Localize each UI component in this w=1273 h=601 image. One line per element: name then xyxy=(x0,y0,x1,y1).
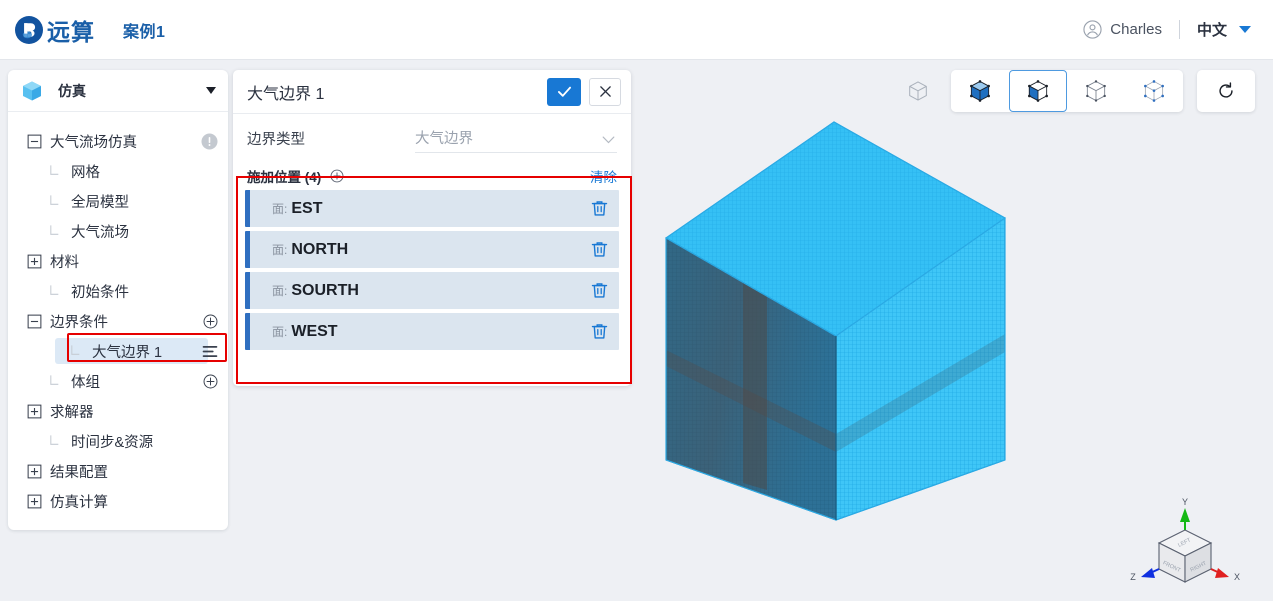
user-name[interactable]: Charles xyxy=(1110,21,1162,38)
location-name: SOURTH xyxy=(291,281,359,299)
tree-item-label: 大气边界 1 xyxy=(92,344,163,361)
location-prefix: 面: xyxy=(272,202,288,216)
tree-item-label: 边界条件 xyxy=(50,314,108,331)
tree-item-0[interactable]: 大气流场仿真 xyxy=(8,126,228,156)
tree-branch-line-icon xyxy=(47,433,64,450)
axis-gizmo[interactable]: LEFT FRONT RIGHT Y X Z xyxy=(1125,498,1245,593)
application-root: 远算 案例1 Charles 中文 仿真 大气流场仿真 网格 全局模型 大气流场… xyxy=(0,0,1273,601)
project-name: 案例1 xyxy=(123,23,166,41)
close-button[interactable] xyxy=(589,77,621,106)
tree-item-label: 大气流场 xyxy=(71,224,129,241)
trash-icon[interactable] xyxy=(590,322,609,341)
location-name: EST xyxy=(291,199,323,217)
tree-branch-line-icon xyxy=(47,193,64,210)
tree-item-label: 求解器 xyxy=(50,404,94,421)
tree-item-12[interactable]: 仿真计算 xyxy=(8,486,228,516)
boundary-property-panel: 大气边界 1 边界类型 大气边界 施加位置 (4) 清除 面: EST 面: N… xyxy=(233,70,631,386)
language-label[interactable]: 中文 xyxy=(1197,19,1227,40)
location-prefix: 面: xyxy=(272,284,288,298)
gizmo-x-label: X xyxy=(1234,572,1240,582)
plus-circle-icon[interactable] xyxy=(203,374,218,389)
tree-item-11[interactable]: 结果配置 xyxy=(8,456,228,486)
location-item[interactable]: 面: WEST xyxy=(245,313,619,350)
tree-item-7[interactable]: 大气边界 1 xyxy=(8,336,228,366)
gizmo-y-label: Y xyxy=(1182,498,1188,507)
panel-header: 大气边界 1 xyxy=(233,70,631,114)
tree-item-label: 全局模型 xyxy=(71,194,129,211)
logo-text: 远算 xyxy=(47,18,95,45)
trash-icon[interactable] xyxy=(590,281,609,300)
applied-locations-list: 面: EST 面: NORTH 面: SOURTH 面: WEST xyxy=(235,190,629,362)
simulation-tree: 大气流场仿真网格全局模型大气流场材料初始条件边界条件大气边界 1 体组求解器时间步… xyxy=(8,112,228,516)
plus-box-icon[interactable] xyxy=(26,493,43,510)
app-header: 远算 案例1 Charles 中文 xyxy=(0,0,1273,60)
panel-title: 大气边界 1 xyxy=(247,85,325,103)
tree-item-label: 材料 xyxy=(50,254,79,271)
location-name: NORTH xyxy=(291,240,349,258)
info-icon xyxy=(201,133,218,150)
sidebar-header-label: 仿真 xyxy=(58,82,86,99)
tree-branch-line-icon xyxy=(47,373,64,390)
location-name: WEST xyxy=(291,322,338,340)
tree-item-label: 网格 xyxy=(71,164,100,181)
tree-item-3[interactable]: 大气流场 xyxy=(8,216,228,246)
tree-item-label: 体组 xyxy=(71,374,100,391)
sidebar: 仿真 大气流场仿真网格全局模型大气流场材料初始条件边界条件大气边界 1 体组求解器… xyxy=(8,70,228,530)
tree-item-8[interactable]: 体组 xyxy=(8,366,228,396)
logo[interactable]: 远算 xyxy=(14,13,95,47)
chevron-down-icon[interactable] xyxy=(602,131,615,144)
minus-box-icon[interactable] xyxy=(26,313,43,330)
tree-branch-line-icon xyxy=(47,283,64,300)
tree-item-2[interactable]: 全局模型 xyxy=(8,186,228,216)
gizmo-z-label: Z xyxy=(1130,572,1136,582)
location-item[interactable]: 面: NORTH xyxy=(245,231,619,268)
tree-item-label: 初始条件 xyxy=(71,284,129,301)
tree-item-4[interactable]: 材料 xyxy=(8,246,228,276)
list-menu-icon[interactable] xyxy=(202,345,218,358)
applied-locations-header: 施加位置 (4) 清除 xyxy=(235,162,629,190)
tree-branch-line-icon xyxy=(68,343,85,360)
boundary-type-select[interactable]: 大气边界 xyxy=(415,123,617,153)
plus-box-icon[interactable] xyxy=(26,463,43,480)
yuansuan-logo-icon xyxy=(14,15,44,45)
caret-down-icon[interactable] xyxy=(1239,26,1251,33)
model-viewport[interactable]: LEFT FRONT RIGHT Y X Z xyxy=(640,60,1273,601)
location-item[interactable]: 面: EST xyxy=(245,190,619,227)
caret-down-icon[interactable] xyxy=(206,87,216,94)
boundary-type-value: 大气边界 xyxy=(415,131,473,147)
panel-actions xyxy=(547,77,621,106)
tree-item-label: 结果配置 xyxy=(50,464,108,481)
confirm-button[interactable] xyxy=(547,77,581,106)
tree-item-label: 仿真计算 xyxy=(50,494,108,511)
tree-item-6[interactable]: 边界条件 xyxy=(8,306,228,336)
plus-circle-icon[interactable] xyxy=(330,169,344,183)
tree-item-10[interactable]: 时间步&资源 xyxy=(8,426,228,456)
clear-locations-button[interactable]: 清除 xyxy=(590,166,617,186)
boundary-type-label: 边界类型 xyxy=(247,131,305,148)
location-prefix: 面: xyxy=(272,325,288,339)
tree-branch-line-icon xyxy=(47,163,64,180)
boundary-type-row: 边界类型 大气边界 xyxy=(233,114,631,162)
header-divider xyxy=(1178,20,1180,39)
applied-locations-section: 施加位置 (4) 清除 面: EST 面: NORTH 面: SOURTH 面: WEST xyxy=(235,162,629,362)
tree-item-1[interactable]: 网格 xyxy=(8,156,228,186)
trash-icon[interactable] xyxy=(590,240,609,259)
tree-item-9[interactable]: 求解器 xyxy=(8,396,228,426)
tree-item-5[interactable]: 初始条件 xyxy=(8,276,228,306)
tree-item-label: 大气流场仿真 xyxy=(50,134,137,151)
minus-box-icon[interactable] xyxy=(26,133,43,150)
trash-icon[interactable] xyxy=(590,199,609,218)
header-right-group: Charles 中文 xyxy=(1083,19,1251,40)
cube-icon xyxy=(20,79,44,103)
sidebar-header[interactable]: 仿真 xyxy=(8,70,228,112)
applied-locations-title: 施加位置 (4) xyxy=(247,170,322,185)
tree-branch-line-icon xyxy=(47,223,64,240)
plus-box-icon[interactable] xyxy=(26,253,43,270)
tree-item-label: 时间步&资源 xyxy=(71,434,154,451)
location-prefix: 面: xyxy=(272,243,288,257)
plus-circle-icon[interactable] xyxy=(203,314,218,329)
user-circle-icon xyxy=(1083,20,1102,39)
plus-box-icon[interactable] xyxy=(26,403,43,420)
location-item[interactable]: 面: SOURTH xyxy=(245,272,619,309)
